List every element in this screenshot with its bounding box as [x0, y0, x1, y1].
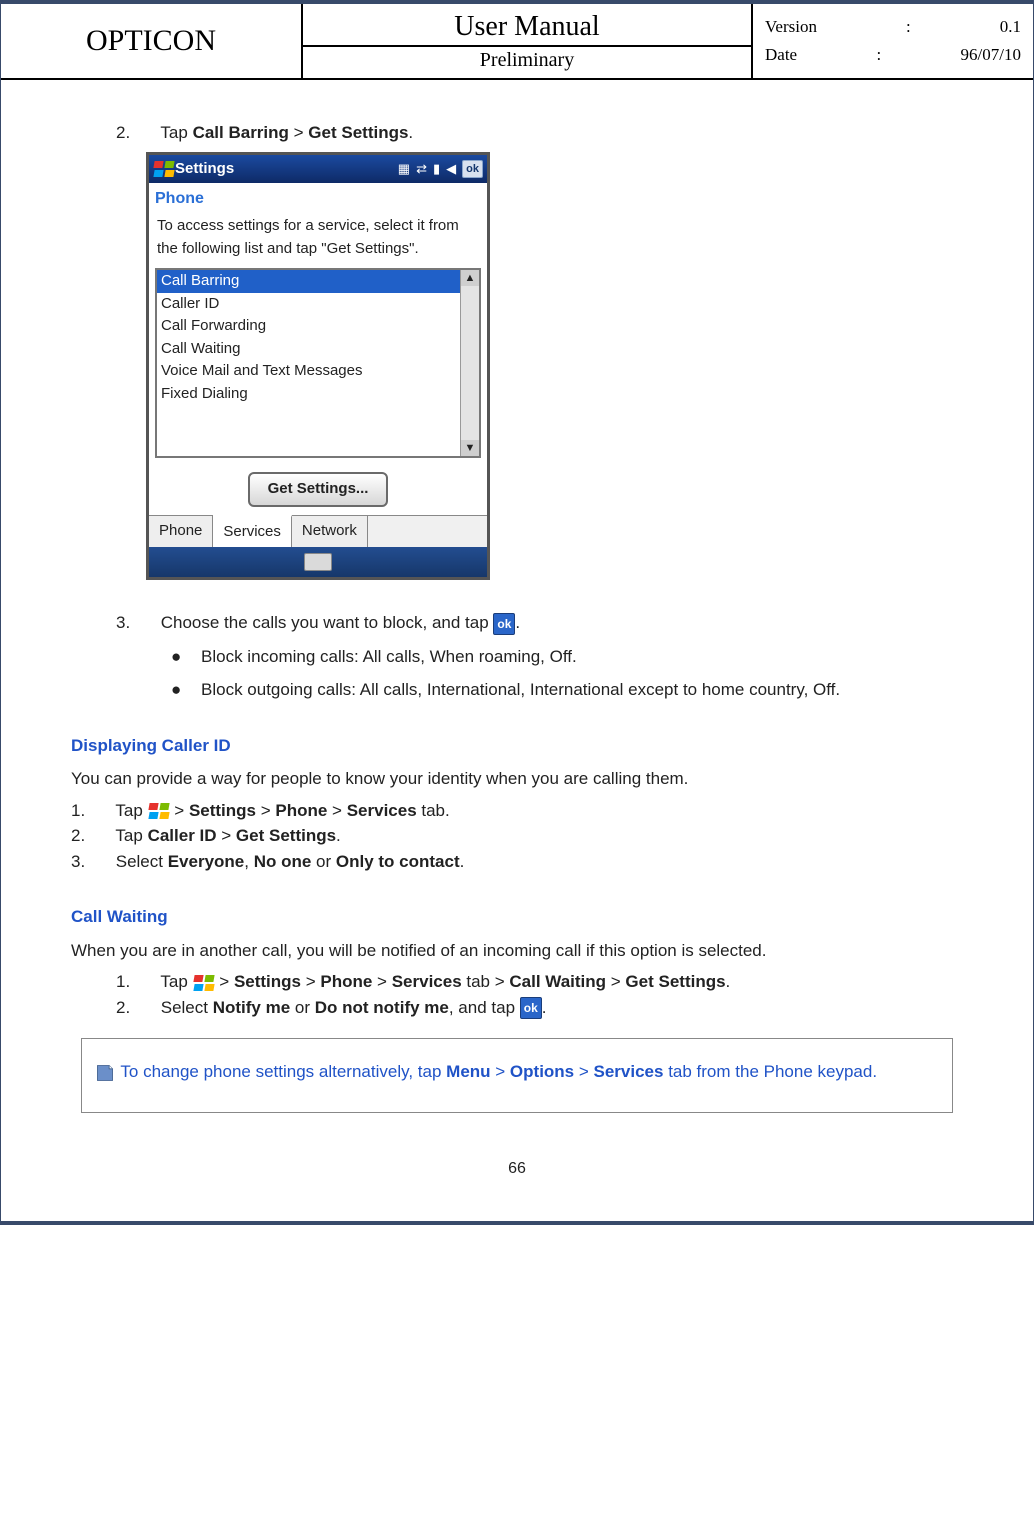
tab-phone[interactable]: Phone [149, 516, 213, 548]
screen-titlebar: Settings ▦ ⇄ ▮ ◀ ok [149, 155, 487, 184]
call-waiting-step-2: 2. Select Notify me or Do not notify me,… [71, 995, 963, 1021]
tab-network[interactable]: Network [292, 516, 368, 548]
doc-subtitle: Preliminary [303, 45, 751, 74]
brand: OPTICON [1, 4, 303, 78]
call-waiting-intro: When you are in another call, you will b… [71, 938, 963, 964]
screen-instructions: To access settings for a service, select… [149, 211, 487, 266]
step-3: 3. Choose the calls you want to block, a… [71, 610, 963, 636]
doc-title: User Manual [454, 9, 599, 45]
start-icon [148, 802, 170, 820]
signal-icon: ▮ [433, 159, 440, 179]
screen-bottombar [149, 547, 487, 577]
page-number: 66 [71, 1123, 963, 1181]
doc-header: OPTICON User Manual Preliminary Version … [1, 4, 1033, 80]
list-item[interactable]: Voice Mail and Text Messages [157, 360, 479, 383]
screen-tabs: Phone Services Network [149, 515, 487, 548]
ok-icon: ok [520, 997, 542, 1019]
caller-id-step-3: 3. Select Everyone, No one or Only to co… [71, 849, 963, 875]
start-icon [193, 974, 215, 992]
version-value: 0.1 [1000, 17, 1021, 37]
embedded-screenshot: Settings ▦ ⇄ ▮ ◀ ok Phone To access sett… [146, 152, 490, 581]
screen-section: Phone [149, 183, 487, 211]
get-settings-button[interactable]: Get Settings... [248, 472, 389, 507]
list-item[interactable]: Caller ID [157, 293, 479, 316]
start-icon[interactable] [153, 160, 175, 178]
call-waiting-step-1: 1. Tap > Settings > Phone > Services tab… [71, 969, 963, 995]
keyboard-icon[interactable] [304, 553, 332, 571]
version-label: Version [765, 17, 817, 37]
doc-title-col: User Manual Preliminary [303, 4, 753, 78]
ok-button[interactable]: ok [462, 160, 483, 179]
date-value: 96/07/10 [961, 45, 1021, 65]
list-item[interactable]: Fixed Dialing [157, 383, 479, 406]
tab-services[interactable]: Services [213, 515, 292, 548]
scroll-up-icon[interactable]: ▲ [461, 270, 479, 286]
caller-id-step-1: 1. Tap > Settings > Phone > Services tab… [71, 798, 963, 824]
list-item[interactable]: Call Barring [157, 270, 479, 293]
volume-icon: ◀ [446, 159, 456, 179]
screen-title: Settings [175, 158, 398, 181]
sim-icon: ▦ [398, 159, 410, 179]
note-icon [94, 1063, 116, 1083]
date-label: Date [765, 45, 797, 65]
list-scrollbar[interactable]: ▲ ▼ [460, 270, 479, 456]
section-caller-id: Displaying Caller ID [71, 733, 963, 759]
step-2: 2. Tap Call Barring > Get Settings. [71, 120, 963, 146]
services-list[interactable]: Call Barring Caller ID Call Forwarding C… [155, 268, 481, 458]
caller-id-step-2: 2. Tap Caller ID > Get Settings. [71, 823, 963, 849]
ok-icon: ok [493, 613, 515, 635]
caller-id-intro: You can provide a way for people to know… [71, 766, 963, 792]
list-item[interactable]: Call Waiting [157, 338, 479, 361]
conn-icon: ⇄ [416, 159, 427, 179]
scroll-down-icon[interactable]: ▼ [461, 440, 479, 456]
tip-box: To change phone settings alternatively, … [81, 1038, 953, 1113]
doc-meta: Version : 0.1 Date : 96/07/10 [753, 4, 1033, 78]
step-3-bullet-1: ●Block incoming calls: All calls, When r… [71, 644, 963, 670]
section-call-waiting: Call Waiting [71, 904, 963, 930]
list-item[interactable]: Call Forwarding [157, 315, 479, 338]
step-3-bullet-2: ●Block outgoing calls: All calls, Intern… [71, 677, 963, 703]
